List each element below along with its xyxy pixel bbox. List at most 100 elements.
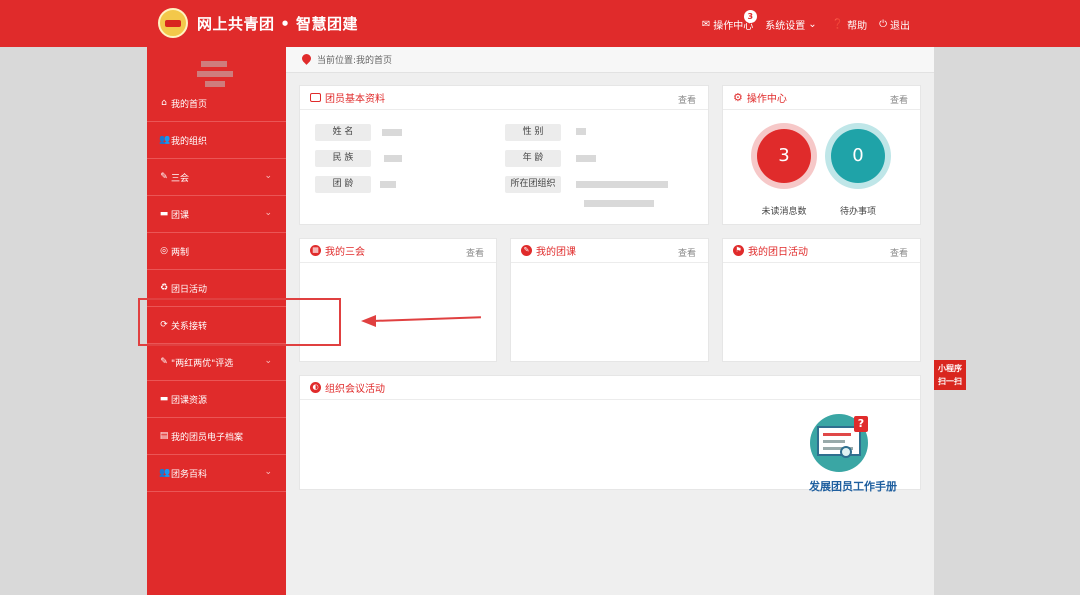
sanhui-panel-title: 我的三会 bbox=[325, 247, 365, 258]
ops-center-panel: ⚙ 操作中心 查看 3 未读消息数 0 待办事项 bbox=[722, 85, 921, 225]
sidebar-item-label: 团课资源 bbox=[171, 395, 208, 406]
handbook-link[interactable]: ? 发展团员工作手册 bbox=[796, 414, 906, 494]
sidebar-item-label: 团课 bbox=[171, 210, 190, 221]
tuanke-panel: ✎ 我的团课 查看 bbox=[510, 238, 709, 362]
question-icon: ? bbox=[854, 416, 868, 432]
sidebar-item-sanhui[interactable]: ✎ 三会 ⌄ bbox=[147, 159, 286, 196]
field-value-ethnicity bbox=[384, 155, 402, 162]
sidebar-item-label: 我的组织 bbox=[171, 136, 208, 147]
unread-messages-circle[interactable]: 3 bbox=[751, 123, 817, 189]
nav-settings-label: 系统设置 bbox=[765, 21, 806, 32]
ops-panel-title: 操作中心 bbox=[746, 94, 787, 105]
nav-settings[interactable]: 系统设置 ⌄ bbox=[765, 17, 819, 32]
nav-ops-center[interactable]: ✉ 操作中心 3 bbox=[702, 10, 757, 32]
sidebar-item-liangzhi[interactable]: ◎ 两制 bbox=[147, 233, 286, 270]
gear-icon: ⚙ bbox=[733, 91, 743, 104]
sidebar-item-organization[interactable]: 👥 我的组织 bbox=[147, 122, 286, 159]
tuanri-view-link[interactable]: 查看 bbox=[890, 246, 908, 259]
tuanri-panel-header: ⚑ 我的团日活动 查看 bbox=[723, 239, 920, 263]
field-value-branch-line2 bbox=[584, 200, 654, 207]
sanhui-panel-header: ▦ 我的三会 查看 bbox=[300, 239, 496, 263]
id-card-icon bbox=[310, 93, 321, 102]
edit-icon: ✎ bbox=[160, 357, 168, 367]
nav-logout-label: 退出 bbox=[890, 21, 910, 32]
field-value-name bbox=[382, 129, 402, 136]
field-value-gender bbox=[576, 128, 586, 135]
chevron-down-icon: ⌄ bbox=[264, 171, 272, 181]
sidebar-item-label: 团务百科 bbox=[171, 469, 208, 480]
todo-label: 待办事项 bbox=[839, 207, 876, 217]
arrow-head-icon bbox=[361, 315, 376, 327]
meeting-panel-title: 组织会议活动 bbox=[325, 384, 385, 395]
field-label-ethnicity: 民 族 bbox=[315, 150, 371, 167]
profile-view-link[interactable]: 查看 bbox=[678, 93, 696, 106]
app-title: 网上共青团 • 智慧团建 bbox=[197, 15, 359, 33]
tuanke-view-link[interactable]: 查看 bbox=[678, 246, 696, 259]
sidebar-item-resources[interactable]: ▬ 团课资源 bbox=[147, 381, 286, 418]
meeting-icon: ◐ bbox=[310, 382, 321, 393]
sidebar-item-archive[interactable]: ▤ 我的团员电子档案 bbox=[147, 418, 286, 455]
top-bar: 网上共青团 • 智慧团建 ✉ 操作中心 3 系统设置 ⌄ ❓ 帮助 ⏻ 退出 bbox=[0, 0, 1080, 47]
field-value-league-age bbox=[380, 181, 396, 188]
sidebar-item-label: 两制 bbox=[171, 247, 190, 258]
flag-icon: ⚑ bbox=[733, 245, 744, 256]
location-pin-icon bbox=[302, 54, 311, 66]
sidebar-item-label: 团日活动 bbox=[171, 284, 208, 295]
chevron-down-icon: ⌄ bbox=[264, 208, 272, 218]
meeting-panel-header: ◐ 组织会议活动 bbox=[300, 376, 920, 400]
mini-program-tab[interactable]: 小程序 扫一扫 bbox=[934, 360, 966, 390]
pencil-icon: ✎ bbox=[521, 245, 532, 256]
todo-circle[interactable]: 0 bbox=[825, 123, 891, 189]
field-label-age: 年 龄 bbox=[505, 150, 561, 167]
highlight-box bbox=[138, 298, 341, 346]
chevron-down-icon: ⌄ bbox=[808, 19, 817, 30]
users-icon: 👥 bbox=[159, 135, 171, 145]
folder-icon: ▬ bbox=[159, 394, 169, 404]
mini-program-line1: 小程序 bbox=[938, 364, 962, 373]
tuanke-panel-header: ✎ 我的团课 查看 bbox=[511, 239, 708, 263]
sidebar-item-home[interactable]: ⌂ 我的首页 bbox=[147, 85, 286, 122]
sidebar-item-wiki[interactable]: 👥 团务百科 ⌄ bbox=[147, 455, 286, 492]
file-icon: ▤ bbox=[159, 431, 169, 441]
field-label-branch: 所在团组织 bbox=[505, 176, 561, 193]
profile-panel-title: 团员基本资料 bbox=[325, 94, 385, 105]
magnifier-icon bbox=[840, 446, 852, 458]
profile-panel: 团员基本资料 查看 姓 名 性 别 民 族 年 龄 团 龄 所在团组织 bbox=[299, 85, 709, 225]
sidebar-item-label: "两红两优"评选 bbox=[171, 358, 234, 369]
notification-badge: 3 bbox=[743, 10, 757, 23]
profile-panel-header: 团员基本资料 查看 bbox=[300, 86, 708, 110]
home-icon: ⌂ bbox=[161, 98, 167, 108]
field-label-gender: 性 别 bbox=[505, 124, 561, 141]
nav-help-label: 帮助 bbox=[847, 21, 868, 32]
nav-help[interactable]: ❓ 帮助 bbox=[832, 17, 867, 32]
unread-label: 未读消息数 bbox=[761, 207, 807, 217]
ops-view-link[interactable]: 查看 bbox=[890, 93, 908, 106]
power-icon: ⏻ bbox=[879, 19, 887, 30]
handbook-label: 发展团员工作手册 bbox=[809, 480, 897, 493]
recycle-icon: ♻ bbox=[159, 283, 169, 293]
chevron-down-icon: ⌄ bbox=[264, 356, 272, 366]
tuanke-panel-title: 我的团课 bbox=[536, 247, 576, 258]
target-icon: ◎ bbox=[160, 246, 168, 256]
sidebar-item-label: 我的首页 bbox=[171, 99, 208, 110]
sanhui-view-link[interactable]: 查看 bbox=[466, 246, 484, 259]
nav-logout[interactable]: ⏻ 退出 bbox=[879, 17, 910, 32]
tuanri-panel-title: 我的团日活动 bbox=[748, 247, 808, 258]
sidebar-item-evaluation[interactable]: ✎ "两红两优"评选 ⌄ bbox=[147, 344, 286, 381]
ops-panel-header: ⚙ 操作中心 查看 bbox=[723, 86, 920, 110]
field-value-age bbox=[576, 155, 596, 162]
todo-count: 0 bbox=[831, 129, 885, 183]
sidebar-item-label: 我的团员电子档案 bbox=[171, 432, 244, 443]
field-label-league-age: 团 龄 bbox=[315, 176, 371, 193]
edit-icon: ✎ bbox=[160, 172, 168, 182]
breadcrumb: 当前位置:我的首页 bbox=[286, 47, 934, 73]
help-icon: ❓ bbox=[831, 19, 845, 30]
folder-icon: ▬ bbox=[159, 209, 169, 219]
sidebar-item-tuanke[interactable]: ▬ 团课 ⌄ bbox=[147, 196, 286, 233]
users-icon: 👥 bbox=[159, 468, 171, 478]
chevron-down-icon: ⌄ bbox=[264, 467, 272, 477]
field-label-name: 姓 名 bbox=[315, 124, 371, 141]
unread-count: 3 bbox=[757, 129, 811, 183]
mini-program-line2: 扫一扫 bbox=[938, 377, 962, 386]
meeting-panel: ◐ 组织会议活动 ? 发展团员工作手册 bbox=[299, 375, 921, 493]
